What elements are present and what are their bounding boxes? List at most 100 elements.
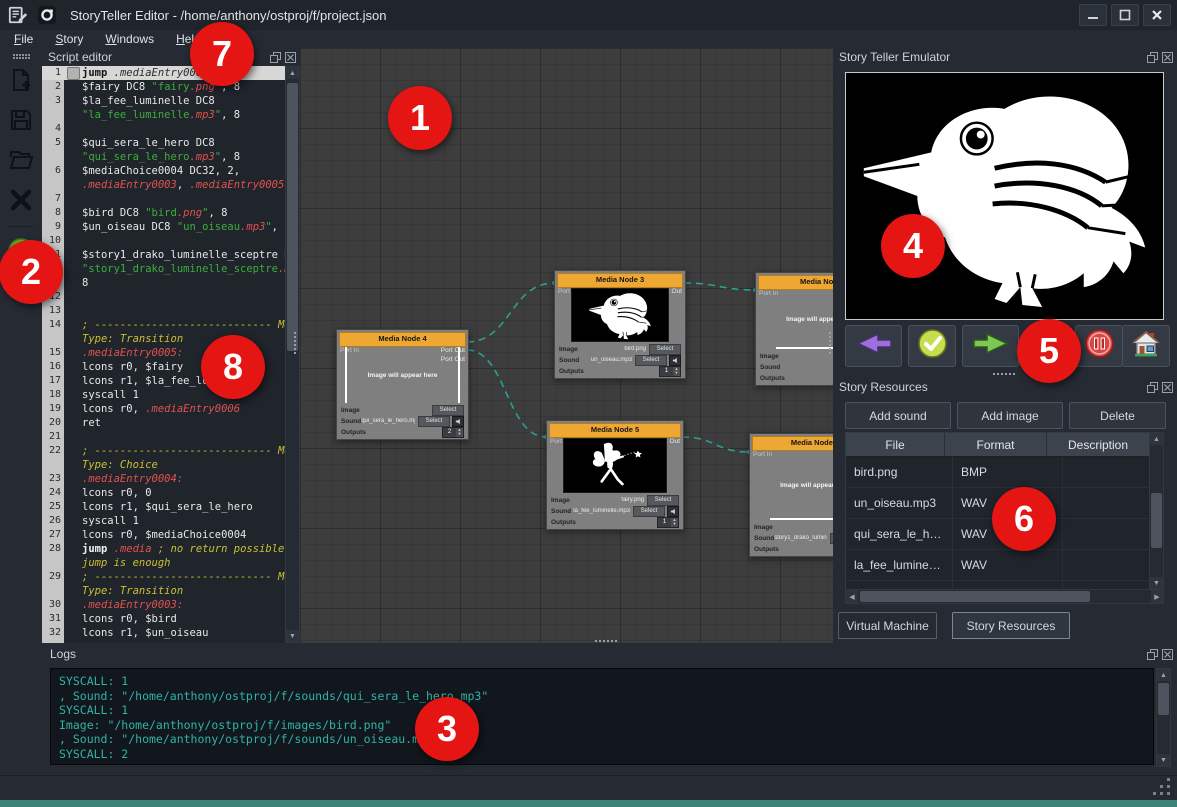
- pause-button[interactable]: [1075, 325, 1123, 367]
- menu-windows[interactable]: Windows: [105, 32, 154, 46]
- code-line[interactable]: 6$mediaChoice0004 DC32, 2,: [42, 164, 287, 178]
- code-line[interactable]: "qui_sera_le_hero.mp3", 8: [42, 150, 287, 164]
- titlebar[interactable]: StoryTeller Editor - /home/anthony/ostpr…: [0, 0, 1177, 31]
- media-node[interactable]: Media Node 5Port InPort OutImagefairy.pn…: [546, 420, 684, 530]
- code-line[interactable]: 20ret: [42, 416, 287, 430]
- float-icon[interactable]: [270, 52, 281, 63]
- close-icon[interactable]: [1162, 52, 1173, 63]
- code-line[interactable]: "story1_drako_luminelle_sceptre.mp3",: [42, 262, 287, 276]
- code-line[interactable]: Type: Choice: [42, 458, 287, 472]
- close-icon[interactable]: [1162, 649, 1173, 660]
- spinner-arrows-icon[interactable]: ▲▼: [456, 428, 463, 437]
- outputs-spinner[interactable]: 1▲▼: [657, 517, 679, 528]
- code-line[interactable]: 4: [42, 122, 287, 136]
- code-line[interactable]: 13: [42, 304, 287, 318]
- code-line[interactable]: 19lcons r0, .mediaEntry0006: [42, 402, 287, 416]
- menu-file[interactable]: File: [14, 32, 33, 46]
- media-node-title[interactable]: Media Node 6: [752, 436, 833, 451]
- new-script-button[interactable]: [5, 64, 37, 96]
- tab-virtual-machine[interactable]: Virtual Machine: [838, 612, 937, 639]
- speaker-button[interactable]: [452, 416, 464, 427]
- menu-story[interactable]: Story: [55, 32, 83, 46]
- logs-scroll-thumb[interactable]: [1158, 683, 1169, 715]
- media-node-title[interactable]: Media Node 5: [549, 423, 681, 438]
- code-line[interactable]: 8: [42, 276, 287, 290]
- code-line[interactable]: 27lcons r0, $mediaChoice0004: [42, 528, 287, 542]
- scroll-down-icon[interactable]: ▼: [286, 630, 299, 642]
- float-icon[interactable]: [1147, 382, 1158, 393]
- code-line[interactable]: jump is enough: [42, 556, 287, 570]
- select-button[interactable]: Select: [418, 416, 450, 427]
- code-line[interactable]: 29; ---------------------------- Media n…: [42, 570, 287, 584]
- media-node[interactable]: Media NodePort InImage will appear hereI…: [755, 272, 833, 386]
- select-button[interactable]: Select: [649, 344, 681, 355]
- splitter-handle[interactable]: [294, 332, 296, 334]
- code-line[interactable]: 25lcons r1, $qui_sera_le_hero: [42, 500, 287, 514]
- code-line[interactable]: 14; ---------------------------- Media n…: [42, 318, 287, 332]
- code-line[interactable]: 21: [42, 430, 287, 444]
- code-line[interactable]: 31lcons r0, $bird: [42, 612, 287, 626]
- editor-vscrollbar[interactable]: ▲ ▼: [285, 66, 300, 643]
- scroll-up-icon[interactable]: ▲: [1150, 433, 1163, 445]
- code-line[interactable]: 8$bird DC8 "bird.png", 8: [42, 206, 287, 220]
- speaker-button[interactable]: [667, 506, 679, 517]
- code-line[interactable]: 3$la_fee_luminelle DC8: [42, 94, 287, 108]
- media-node[interactable]: Media Node 6Port InImage will appear her…: [749, 433, 833, 557]
- code-line[interactable]: 23.mediaEntry0004:: [42, 472, 287, 486]
- node-graph-canvas[interactable]: Media Node 4Port InPort OutPort OutImage…: [300, 48, 833, 643]
- splitter-handle[interactable]: [829, 332, 831, 334]
- code-line[interactable]: 5$qui_sera_le_hero DC8: [42, 136, 287, 150]
- save-button[interactable]: [5, 104, 37, 136]
- scroll-down-icon[interactable]: ▼: [1157, 754, 1170, 766]
- code-line[interactable]: 2$fairy DC8 "fairy.png", 8: [42, 80, 287, 94]
- code-line[interactable]: 30.mediaEntry0003:: [42, 598, 287, 612]
- code-line[interactable]: 11$story1_drako_luminelle_sceptre DC8: [42, 248, 287, 262]
- scroll-down-icon[interactable]: ▼: [1150, 577, 1163, 589]
- code-line[interactable]: 32lcons r1, $un_oiseau: [42, 626, 287, 640]
- select-button[interactable]: Select: [635, 355, 667, 366]
- outputs-spinner[interactable]: 1▲▼: [659, 366, 681, 377]
- code-line[interactable]: "la_fee_luminelle.mp3", 8: [42, 108, 287, 122]
- code-line[interactable]: 12: [42, 290, 287, 304]
- confirm-button[interactable]: [908, 325, 956, 367]
- open-button[interactable]: [5, 144, 37, 176]
- app-menu-icon[interactable]: [7, 4, 29, 26]
- code-line[interactable]: Type: Transition: [42, 584, 287, 598]
- media-node-title[interactable]: Media Node 4: [339, 332, 466, 347]
- close-project-button[interactable]: [5, 184, 37, 216]
- maximize-button[interactable]: [1111, 4, 1139, 26]
- splitter-handle[interactable]: [993, 373, 995, 375]
- code-line[interactable]: 10: [42, 234, 287, 248]
- code-line[interactable]: .mediaEntry0003, .mediaEntry0005: [42, 178, 287, 192]
- table-row[interactable]: la_fee_lumine…WAV: [846, 550, 1149, 581]
- table-vscrollbar[interactable]: ▲ ▼: [1149, 432, 1164, 590]
- scroll-up-icon[interactable]: ▲: [1157, 669, 1170, 681]
- media-node-title[interactable]: Media Node 3: [557, 273, 683, 288]
- scroll-up-icon[interactable]: ▲: [286, 67, 299, 79]
- select-button[interactable]: Select: [633, 506, 665, 517]
- media-node-title[interactable]: Media Node: [758, 275, 833, 290]
- select-button[interactable]: Select: [432, 405, 464, 416]
- scroll-left-icon[interactable]: ◀: [846, 590, 858, 603]
- tab-story-resources[interactable]: Story Resources: [952, 612, 1070, 639]
- float-icon[interactable]: [1147, 649, 1158, 660]
- select-button[interactable]: Select: [647, 495, 679, 506]
- table-row[interactable]: bird.pngBMP: [846, 457, 1149, 488]
- code-line[interactable]: 28jump .media ; no return possible, so a: [42, 542, 287, 556]
- code-line[interactable]: 7: [42, 192, 287, 206]
- outputs-spinner[interactable]: 2▲▼: [442, 427, 464, 438]
- close-icon[interactable]: [285, 52, 296, 63]
- code-line[interactable]: 9$un_oiseau DC8 "un_oiseau.mp3", 8: [42, 220, 287, 234]
- spinner-arrows-icon[interactable]: ▲▼: [671, 518, 678, 527]
- next-button[interactable]: [962, 325, 1019, 367]
- logs-output[interactable]: SYSCALL: 1, Sound: "/home/anthony/ostpro…: [50, 668, 1154, 765]
- close-button[interactable]: [1143, 4, 1171, 26]
- toolbar-drag-handle[interactable]: [13, 54, 15, 56]
- home-button[interactable]: [1122, 325, 1170, 367]
- code-line[interactable]: 24lcons r0, 0: [42, 486, 287, 500]
- spinner-arrows-icon[interactable]: ▲▼: [673, 367, 680, 376]
- delete-button[interactable]: Delete: [1069, 402, 1166, 429]
- table-scroll-thumb[interactable]: [1151, 493, 1162, 548]
- add-sound-button[interactable]: Add sound: [845, 402, 951, 429]
- media-node[interactable]: Media Node 3Port InPort OutImagebird.png…: [554, 270, 686, 379]
